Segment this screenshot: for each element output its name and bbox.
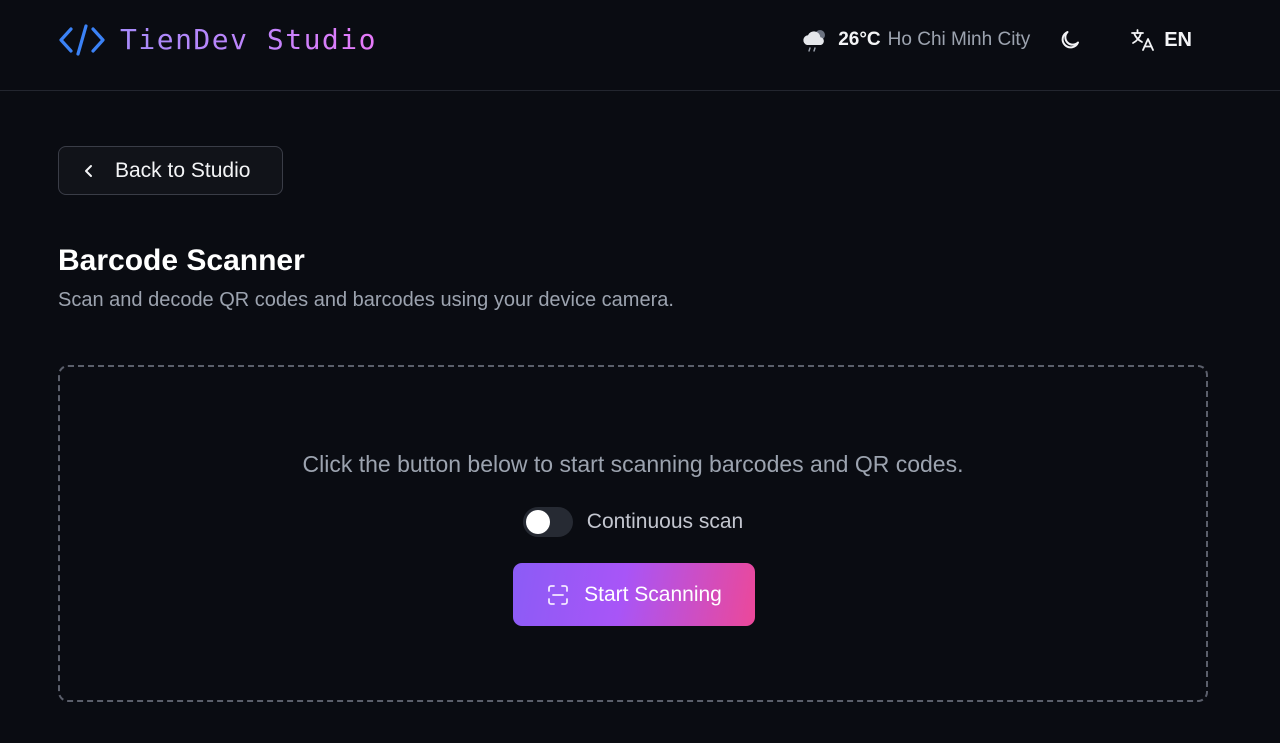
- chevron-left-icon: [85, 164, 92, 177]
- temperature: 26°C: [838, 29, 881, 50]
- scan-icon: [548, 584, 569, 605]
- brand-name: TienDev Studio: [120, 20, 377, 60]
- start-scanning-button[interactable]: Start Scanning: [513, 563, 755, 626]
- theme-toggle-button[interactable]: [1052, 22, 1088, 58]
- language-switcher[interactable]: EN: [1130, 27, 1192, 53]
- continuous-scan-label: Continuous scan: [586, 510, 744, 533]
- continuous-scan-toggle[interactable]: [522, 507, 573, 537]
- back-to-studio-button[interactable]: Back to Studio: [58, 146, 283, 195]
- cloud-rain-icon: [803, 30, 826, 52]
- translate-icon: [1131, 29, 1155, 51]
- back-button-label: Back to Studio: [115, 158, 251, 182]
- toggle-knob: [525, 510, 550, 534]
- scanner-panel: Click the button below to start scanning…: [58, 365, 1208, 702]
- continuous-scan-row: Continuous scan: [60, 507, 1206, 537]
- city-name: Ho Chi Minh City: [887, 29, 1031, 50]
- brand-logo[interactable]: TienDev Studio: [58, 20, 377, 60]
- top-header: TienDev Studio 26°C Ho Chi Minh City EN: [0, 0, 1280, 91]
- weather-widget: 26°C Ho Chi Minh City: [800, 26, 1030, 54]
- page-subtitle: Scan and decode QR codes and barcodes us…: [58, 289, 674, 311]
- start-scanning-label: Start Scanning: [584, 582, 722, 606]
- language-label: EN: [1164, 28, 1192, 51]
- header-actions: 26°C Ho Chi Minh City EN: [800, 22, 1192, 58]
- page-title: Barcode Scanner: [58, 244, 305, 277]
- moon-icon: [1061, 31, 1080, 49]
- code-brackets-icon: [59, 24, 105, 56]
- scan-instruction: Click the button below to start scanning…: [302, 451, 964, 477]
